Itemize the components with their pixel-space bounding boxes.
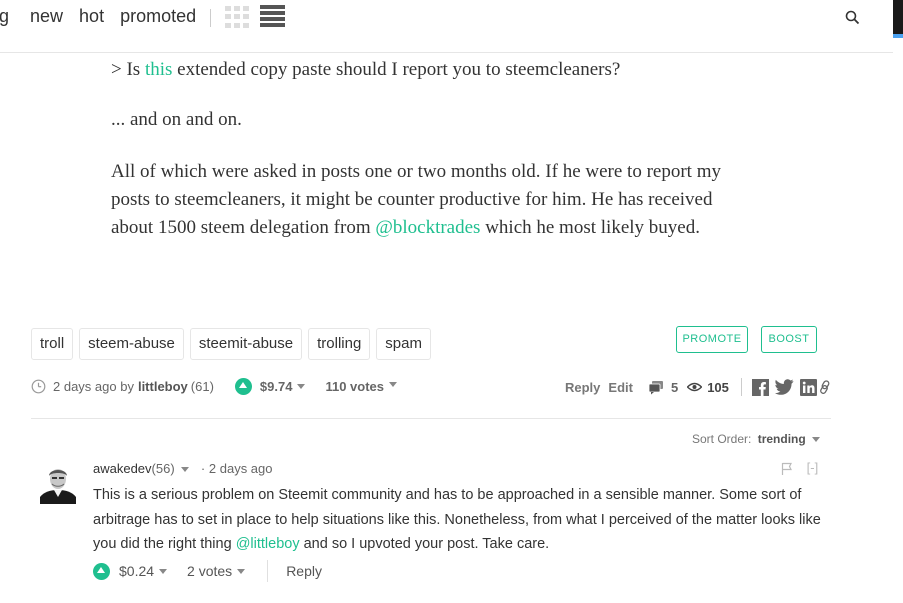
sort-value[interactable]: trending: [758, 432, 806, 446]
payout-caret-icon[interactable]: [297, 384, 306, 389]
upvote-icon[interactable]: [234, 378, 252, 395]
link-icon[interactable]: [819, 380, 831, 394]
post-author-rep: (61): [190, 379, 214, 394]
top-bar: g new hot promoted: [0, 0, 893, 53]
tag-steemit-abuse[interactable]: steemit-abuse: [189, 328, 303, 360]
comment-footer-divider: [267, 560, 269, 582]
post-paragraph-2: ... and on and on.: [111, 109, 242, 130]
comment-reply-link[interactable]: Reply: [286, 563, 322, 579]
search-icon[interactable]: [845, 10, 860, 30]
section-divider: [31, 418, 831, 419]
flag-icon[interactable]: [781, 462, 793, 476]
post-paragraph-1: > Is this extended copy paste should I r…: [111, 56, 620, 84]
comment-time[interactable]: 2 days ago: [209, 461, 273, 476]
quote-prefix: > Is: [111, 59, 145, 80]
post-time: 2 days ago by: [53, 379, 134, 394]
side-panel-edge: [893, 0, 903, 38]
post-reply-link[interactable]: Reply: [565, 380, 600, 395]
post-author[interactable]: littleboy: [138, 379, 188, 394]
comment-header: awakedev(56) · 2 days ago: [93, 461, 273, 476]
share-divider: [740, 378, 742, 396]
dot-separator: ·: [200, 461, 206, 476]
view-count: 105: [707, 379, 729, 395]
comment-count[interactable]: 5: [671, 380, 678, 395]
tag-trolling[interactable]: trolling: [308, 328, 371, 360]
tag-spam[interactable]: spam: [376, 328, 431, 360]
comment-controls: [-]: [781, 460, 819, 476]
sort-caret-icon[interactable]: [812, 437, 821, 443]
comment-body: This is a serious problem on Steemit com…: [93, 483, 838, 557]
post-edit-link[interactable]: Edit: [608, 380, 633, 395]
comment-text-b: and so I upvoted your post. Take care.: [299, 536, 550, 552]
tag-steem-abuse[interactable]: steem-abuse: [79, 328, 184, 360]
mention-blocktrades[interactable]: @blocktrades: [375, 217, 480, 238]
post-meta: 2 days ago by littleboy (61) $9.74 110 v…: [31, 378, 398, 395]
para3-text-b: which he most likely buyed.: [480, 217, 700, 238]
nav-divider: [210, 9, 211, 27]
author-caret-icon[interactable]: [181, 467, 190, 473]
quote-text: extended copy paste should I report you …: [172, 59, 621, 80]
nav-item-new[interactable]: new: [30, 6, 63, 27]
comment-upvote-icon[interactable]: [93, 562, 110, 580]
post-paragraph-3: All of which were asked in posts one or …: [111, 158, 751, 242]
facebook-icon[interactable]: [751, 378, 769, 396]
grid-view-icon[interactable]: [225, 6, 249, 28]
avatar[interactable]: [38, 462, 78, 504]
comment-footer: $0.24 2 votes Reply: [93, 560, 322, 582]
linkedin-icon[interactable]: [799, 378, 817, 396]
mention-littleboy[interactable]: @littleboy: [236, 536, 300, 552]
promote-button[interactable]: PROMOTE: [676, 326, 748, 353]
list-view-icon[interactable]: [260, 5, 285, 27]
comment-votes[interactable]: 2 votes: [187, 563, 232, 579]
collapse-toggle[interactable]: [-]: [807, 460, 819, 475]
comment-votes-caret-icon[interactable]: [237, 568, 246, 574]
post-votes[interactable]: 110 votes: [325, 379, 384, 394]
tag-troll[interactable]: troll: [31, 328, 74, 360]
comment-payout[interactable]: $0.24: [119, 563, 154, 579]
nav-item-hot[interactable]: hot: [79, 6, 104, 27]
post-payout[interactable]: $9.74: [260, 379, 293, 394]
nav-menu: g new hot promoted: [0, 6, 196, 27]
sort-label: Sort Order:: [692, 432, 752, 446]
sort-order[interactable]: Sort Order: trending: [692, 432, 821, 446]
post-link-this[interactable]: this: [145, 59, 172, 80]
comment-payout-caret-icon[interactable]: [159, 568, 168, 574]
nav-item-promoted[interactable]: promoted: [120, 6, 196, 27]
views-icon: [687, 382, 703, 392]
nav-item-blog[interactable]: g: [0, 6, 9, 27]
votes-caret-icon[interactable]: [389, 382, 398, 387]
tag-list: troll steem-abuse steemit-abuse trolling…: [31, 328, 437, 360]
comments-icon[interactable]: [648, 380, 664, 395]
comment-author-rep: (56): [151, 461, 175, 476]
clock-icon: [31, 379, 46, 394]
boost-button[interactable]: BOOST: [761, 326, 817, 353]
post-actions: Reply Edit 5 105: [565, 378, 831, 396]
comment-author[interactable]: awakedev: [93, 461, 152, 476]
twitter-icon[interactable]: [774, 379, 794, 395]
